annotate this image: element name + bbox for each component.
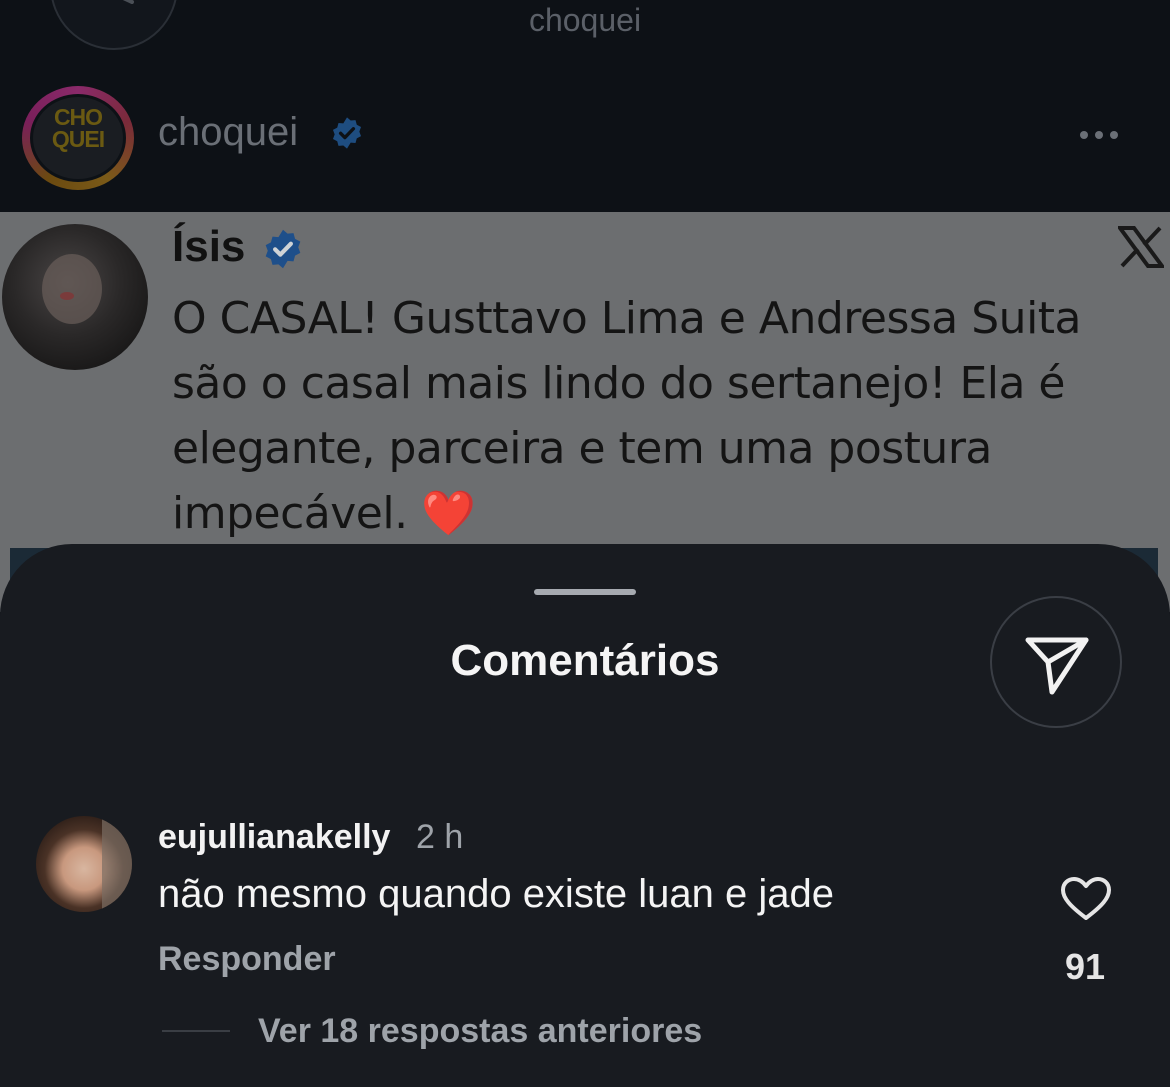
poster-avatar[interactable]: CHO QUEI: [22, 86, 136, 190]
tweet-body: O CASAL! Gusttavo Lima e Andressa Suita …: [172, 293, 1082, 539]
comments-sheet: [0, 544, 1170, 1087]
comment-username[interactable]: eujullianakelly: [158, 818, 390, 857]
sheet-grabber[interactable]: [534, 589, 636, 595]
view-replies-button[interactable]: Ver 18 respostas anteriores: [258, 1012, 702, 1051]
like-count: 91: [1064, 946, 1106, 987]
verified-badge-icon: [265, 229, 301, 269]
comment-text: não mesmo quando existe luan e jade: [158, 872, 835, 916]
choquei-logo: CHO QUEI: [51, 104, 105, 152]
tweet-text: O CASAL! Gusttavo Lima e Andressa Suita …: [172, 286, 1152, 546]
verified-badge-icon: [332, 117, 362, 149]
comment-timestamp: 2 h: [416, 818, 464, 856]
share-button[interactable]: [990, 596, 1122, 728]
poster-username[interactable]: choquei: [158, 110, 298, 155]
reply-button[interactable]: Responder: [158, 940, 336, 979]
tweet-author-name: Ísis: [172, 222, 246, 271]
replies-divider: [162, 1030, 230, 1032]
x-logo-icon: [1118, 226, 1164, 268]
tweet-author-avatar: [2, 224, 148, 370]
page-title: choquei: [528, 2, 642, 38]
more-horizontal-icon[interactable]: [1080, 126, 1125, 144]
heart-emoji-icon: ❤️: [421, 488, 476, 539]
comment-avatar[interactable]: [36, 816, 132, 912]
send-icon: [1025, 637, 1089, 695]
heart-outline-icon[interactable]: [1060, 876, 1112, 922]
screen: choquei CHO QUEI choquei Ísis O CASAL! G…: [0, 0, 1170, 1087]
